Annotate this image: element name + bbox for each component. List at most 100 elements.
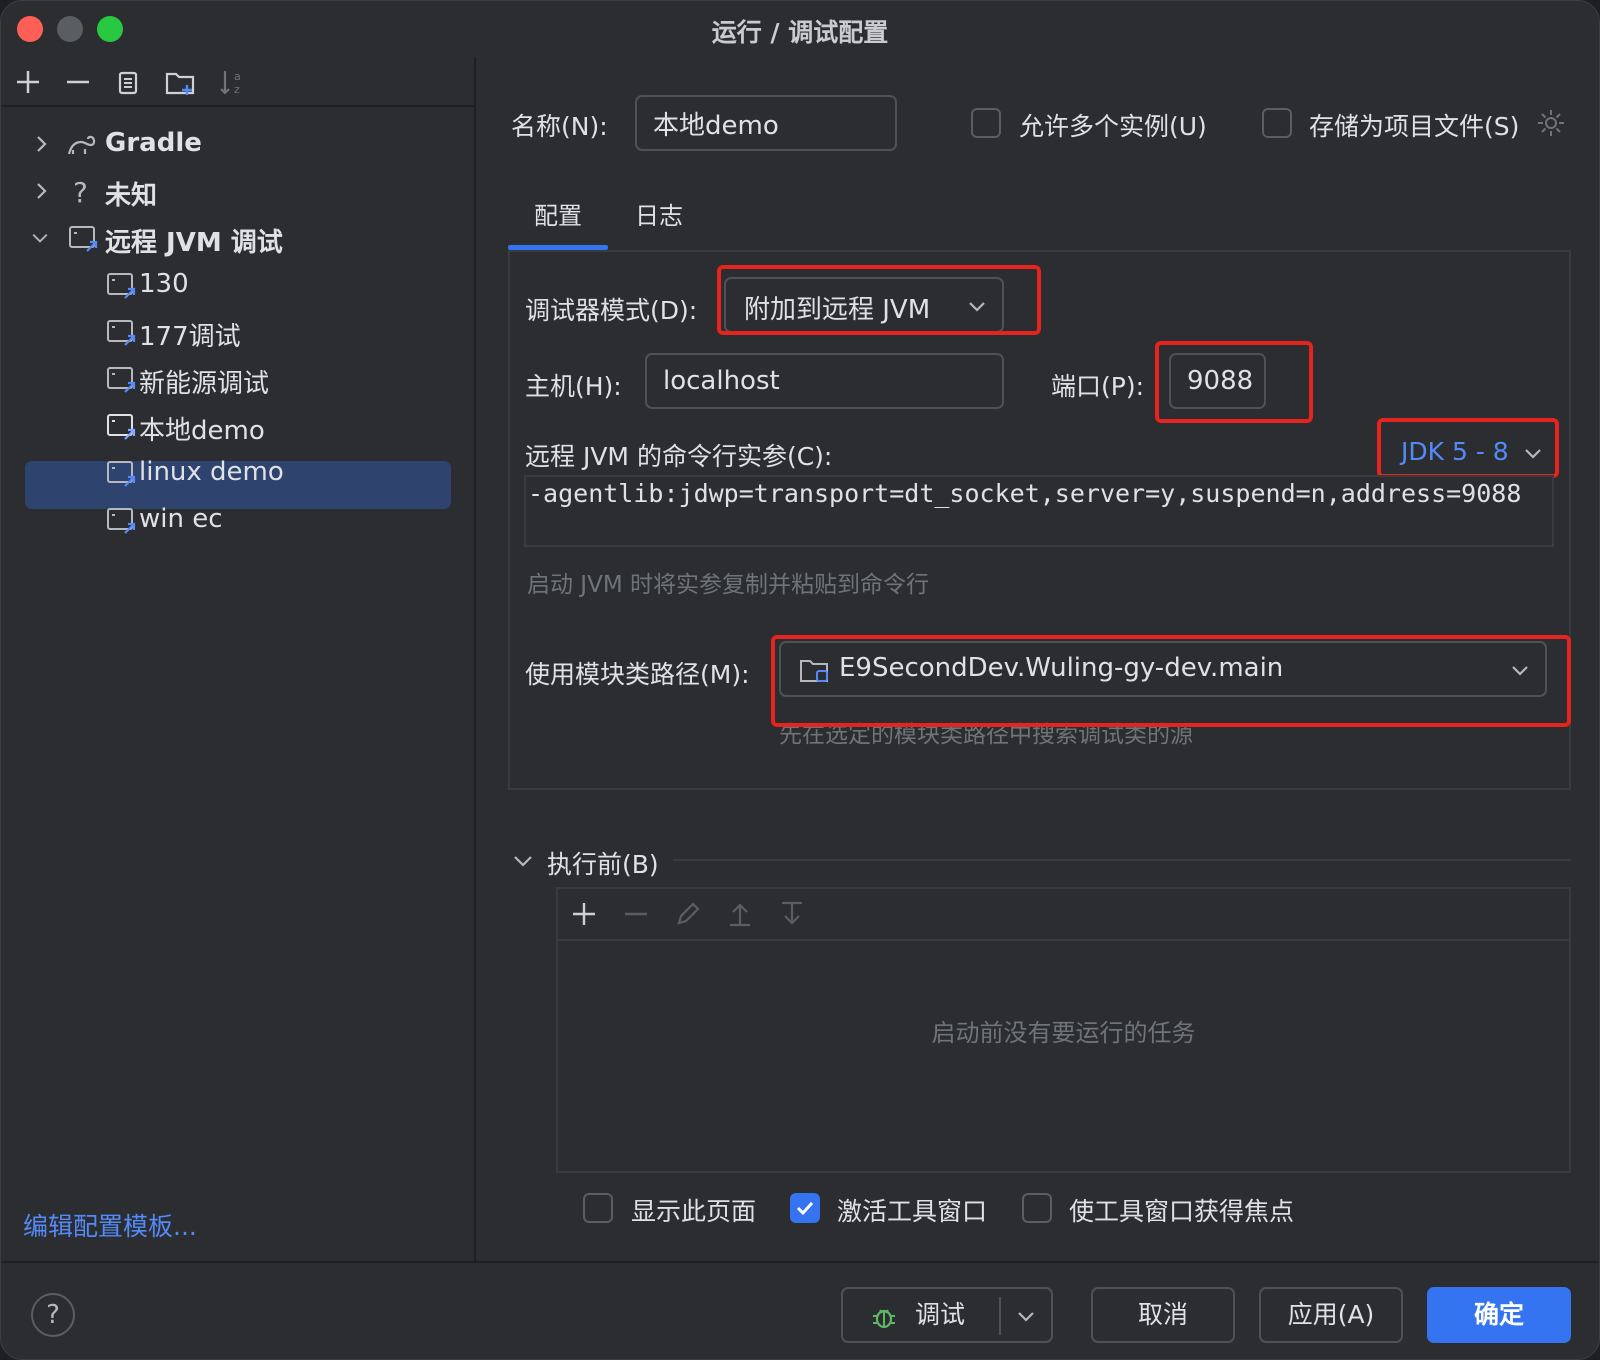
before-launch-toolbar	[558, 889, 1569, 941]
copy-icon[interactable]	[111, 65, 145, 99]
tree-item-label: 130	[139, 269, 189, 299]
debugger-mode-label: 调试器模式(D):	[525, 296, 698, 325]
svg-text:z: z	[234, 83, 240, 96]
edit-templates-link[interactable]: 编辑配置模板...	[23, 1207, 197, 1243]
name-label: 名称(N):	[511, 112, 608, 141]
remove-icon[interactable]	[620, 898, 652, 930]
gradle-icon	[67, 135, 96, 155]
tree-item-label: linux demo	[139, 457, 284, 487]
port-input[interactable]: 9088	[1169, 353, 1266, 409]
allow-multiple-label: 允许多个实例(U)	[1019, 112, 1207, 141]
remote-config-icon	[107, 367, 136, 393]
chevron-down-icon[interactable]	[1015, 1305, 1037, 1327]
before-launch-empty: 启动前没有要运行的任务	[931, 1019, 1196, 1047]
before-launch-title: 执行前(B)	[547, 850, 659, 879]
port-label: 端口(P):	[1051, 372, 1145, 401]
tree-item-gradle[interactable]: Gradle	[1, 121, 476, 167]
store-as-file-label: 存储为项目文件(S)	[1309, 112, 1520, 141]
cancel-button[interactable]: 取消	[1091, 1287, 1235, 1343]
tree-item-config[interactable]: 130	[1, 262, 476, 308]
checkmark-icon	[796, 1201, 814, 1216]
chevron-down-icon[interactable]	[511, 849, 535, 873]
window-title: 运行 / 调试配置	[711, 18, 889, 47]
remote-config-icon	[107, 273, 136, 299]
apply-button[interactable]: 应用(A)	[1259, 1287, 1403, 1343]
gear-icon[interactable]	[1535, 107, 1567, 139]
name-input[interactable]: 本地demo	[635, 95, 897, 151]
add-icon[interactable]	[11, 65, 45, 99]
new-folder-icon[interactable]	[163, 65, 197, 99]
show-page-label: 显示此页面	[631, 1197, 757, 1226]
module-folder-icon	[800, 660, 828, 682]
chevron-down-icon	[1524, 449, 1541, 459]
tree-item-label: 新能源调试	[139, 369, 270, 399]
add-icon[interactable]	[568, 898, 600, 930]
focus-tool-window-checkbox[interactable]	[1022, 1193, 1052, 1223]
module-classpath-select[interactable]: E9SecondDev.Wuling-gy-dev.main	[779, 641, 1547, 697]
remote-jvm-icon	[69, 226, 98, 252]
remote-config-icon	[107, 461, 136, 487]
tree-item-label: 远程 JVM 调试	[105, 228, 283, 258]
debugger-mode-value: 附加到远程 JVM	[744, 295, 931, 325]
tree-item-remote-jvm[interactable]: 远程 JVM 调试	[1, 215, 476, 261]
svg-text:a: a	[234, 70, 241, 83]
chevron-down-icon[interactable]	[29, 225, 51, 251]
remove-icon[interactable]	[61, 65, 95, 99]
activate-tool-window-label: 激活工具窗口	[837, 1197, 988, 1226]
host-label: 主机(H):	[525, 372, 622, 401]
tree-item-unknown[interactable]: ? 未知	[1, 168, 476, 214]
tab-logs[interactable]: 日志	[635, 196, 683, 231]
ok-button[interactable]: 确定	[1427, 1287, 1571, 1343]
move-down-icon[interactable]	[776, 898, 808, 930]
remote-config-icon	[107, 414, 136, 440]
svg-text:?: ?	[73, 176, 88, 207]
tree-item-config[interactable]: linux demo	[1, 450, 476, 496]
title-bar: 运行 / 调试配置	[1, 1, 1599, 57]
activate-tool-window-checkbox[interactable]	[790, 1193, 820, 1223]
help-button[interactable]: ?	[31, 1293, 75, 1337]
tree-item-config[interactable]: 177调试	[1, 309, 476, 355]
debugger-mode-select[interactable]: 附加到远程 JVM	[724, 277, 1004, 333]
tree-item-label: 本地demo	[139, 416, 265, 446]
remote-config-icon	[107, 508, 136, 534]
bug-icon	[873, 1309, 895, 1329]
tree-item-config[interactable]: win ec	[1, 497, 476, 543]
edit-icon[interactable]	[672, 898, 704, 930]
chevron-down-icon	[969, 302, 985, 312]
show-page-checkbox[interactable]	[583, 1193, 613, 1223]
cmd-args-label: 远程 JVM 的命令行实参(C):	[525, 442, 833, 471]
move-up-icon[interactable]	[724, 898, 756, 930]
debug-split-button[interactable]: 调试	[841, 1287, 1053, 1343]
allow-multiple-checkbox[interactable]	[971, 108, 1001, 138]
tree-item-label: 177调试	[139, 322, 241, 352]
tree-item-label: 未知	[105, 181, 158, 211]
sort-icon[interactable]: az	[215, 65, 249, 99]
split-divider	[999, 1297, 1001, 1335]
jdk-version-value: JDK 5 - 8	[1401, 437, 1509, 466]
run-debug-config-window: 运行 / 调试配置 az Gradle ? 未知 远程 JVM 调试 130 1…	[0, 0, 1600, 1360]
module-classpath-value: E9SecondDev.Wuling-gy-dev.main	[839, 653, 1284, 683]
remote-config-icon	[107, 320, 136, 346]
focus-tool-window-label: 使工具窗口获得焦点	[1069, 1197, 1295, 1226]
chevron-right-icon[interactable]	[31, 178, 53, 204]
tree-toolbar: az	[1, 57, 476, 107]
jdk-version-select[interactable]: JDK 5 - 8	[1401, 437, 1543, 466]
cmd-args-text[interactable]: -agentlib:jdwp=transport=dt_socket,serve…	[524, 475, 1554, 547]
debug-button-label: 调试	[915, 1300, 966, 1329]
tree-item-config[interactable]: 新能源调试	[1, 356, 476, 402]
tree-item-config-selected[interactable]: 本地demo	[1, 403, 476, 449]
config-tree-panel: az Gradle ? 未知 远程 JVM 调试 130 177调试 新能源调试…	[1, 57, 476, 1261]
before-launch-list: 启动前没有要运行的任务	[556, 887, 1571, 1173]
module-classpath-label: 使用模块类路径(M):	[525, 660, 750, 689]
store-as-file-checkbox[interactable]	[1262, 108, 1292, 138]
chevron-right-icon[interactable]	[31, 131, 53, 157]
module-classpath-hint: 先在选定的模块类路径中搜索调试类的源	[779, 722, 1193, 748]
tab-config[interactable]: 配置	[534, 196, 582, 231]
host-input[interactable]: localhost	[645, 353, 1004, 409]
section-divider	[673, 859, 1571, 861]
cmd-args-hint: 启动 JVM 时将实参复制并粘贴到命令行	[527, 572, 929, 598]
chevron-down-icon	[1512, 666, 1528, 676]
tree-item-label: win ec	[139, 504, 223, 534]
dialog-footer: ? 调试 取消 应用(A) 确定	[1, 1261, 1599, 1359]
tree-item-label: Gradle	[105, 128, 202, 158]
